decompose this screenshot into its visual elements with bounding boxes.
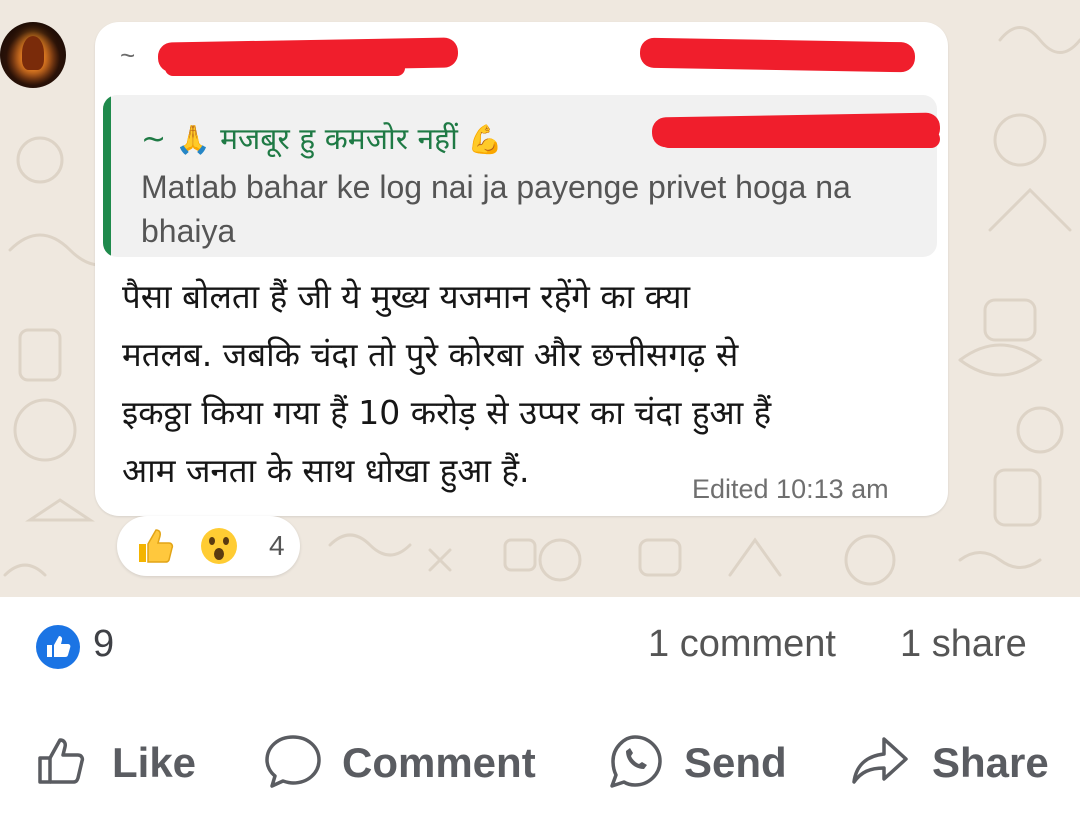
quote-accent-bar	[103, 95, 111, 257]
message-line: इकठ्ठा किया गया हैं 10 करोड़ से उप्पर का…	[122, 393, 772, 432]
reaction-count: 4	[269, 530, 285, 561]
quoted-prefix: ~	[141, 122, 167, 157]
message-timestamp: Edited 10:13 am	[692, 474, 889, 504]
redacted-quoted-phone-2	[660, 130, 940, 148]
speech-bubble-icon	[265, 735, 321, 788]
share-arrow-icon	[852, 737, 908, 784]
post-stats-bar: 9 1 comment 1 share	[0, 597, 1080, 703]
sender-prefix: ~	[120, 40, 136, 70]
redacted-sender-name-2	[165, 60, 405, 76]
shared-screenshot: ~ ~ 🙏 मजबूर हु कमजोर नहीं 💪 Matlab bahar…	[0, 0, 1080, 597]
post-action-bar: Like Comment Send Share	[0, 703, 1080, 828]
like-reaction-icon[interactable]	[36, 625, 80, 669]
send-button[interactable]: Send	[604, 731, 794, 791]
send-label: Send	[684, 739, 787, 786]
comment-label: Comment	[342, 739, 536, 786]
quoted-sender-name: मजबूर हु कमजोर नहीं	[220, 122, 458, 157]
sender-row: ~	[120, 40, 135, 80]
surprised-face-icon	[201, 528, 237, 564]
redacted-sender-phone	[639, 37, 916, 73]
message-line: मतलब. जबकि चंदा तो पुरे कोरबा और छत्तीसग…	[122, 335, 739, 374]
message-text: पैसा बोलता हैं जी ये मुख्य यजमान रहेंगे …	[122, 268, 922, 500]
share-button[interactable]: Share	[850, 731, 1050, 791]
sender-avatar	[0, 22, 66, 88]
comment-button[interactable]: Comment	[262, 731, 552, 791]
message-line: पैसा बोलता हैं जी ये मुख्य यजमान रहेंगे …	[122, 277, 691, 316]
quoted-sender: ~ 🙏 मजबूर हु कमजोर नहीं 💪	[141, 117, 502, 158]
comment-count-link[interactable]: 1 comment	[648, 623, 836, 666]
folded-hands-icon: 🙏	[175, 123, 211, 156]
share-label: Share	[932, 739, 1049, 786]
thumbs-up-outline-icon	[38, 738, 85, 784]
avatar-figure	[22, 36, 44, 70]
flexed-biceps-icon: 💪	[467, 123, 503, 156]
like-label: Like	[112, 739, 197, 786]
whatsapp-icon	[610, 735, 662, 788]
thumbs-up-icon	[47, 636, 71, 657]
share-count-link[interactable]: 1 share	[900, 623, 1027, 666]
like-count[interactable]: 9	[93, 623, 114, 666]
like-button[interactable]: Like	[34, 731, 204, 791]
thumbs-up-icon	[139, 529, 174, 563]
reactions-pill[interactable]: 4	[117, 516, 300, 576]
quoted-text: Matlab bahar ke log nai ja payenge prive…	[141, 169, 851, 249]
